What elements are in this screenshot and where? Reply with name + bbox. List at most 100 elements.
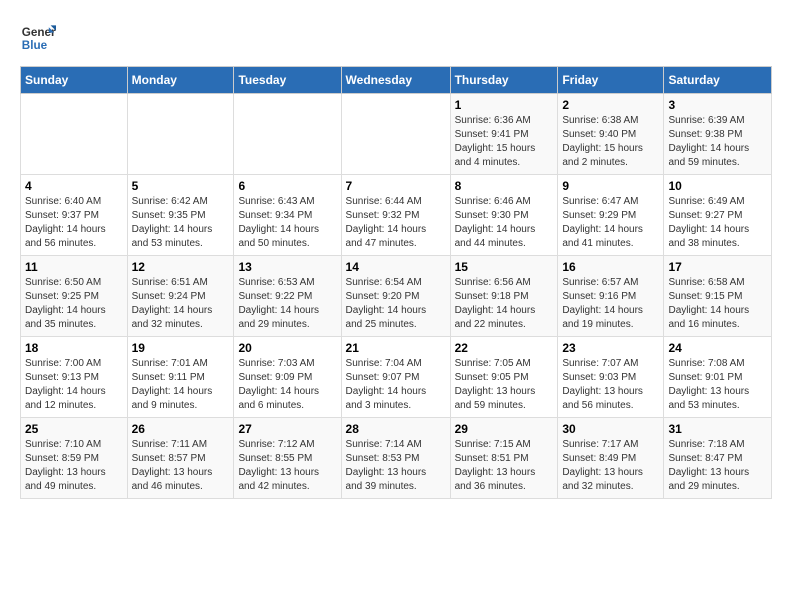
week-row-2: 4 Sunrise: 6:40 AM Sunset: 9:37 PM Daylig…	[21, 175, 772, 256]
day-number: 25	[25, 422, 123, 436]
calendar-cell: 18 Sunrise: 7:00 AM Sunset: 9:13 PM Dayli…	[21, 337, 128, 418]
day-number: 26	[132, 422, 230, 436]
calendar-cell	[127, 94, 234, 175]
calendar-cell: 29Sunrise: 7:15 AM Sunset: 8:51 PM Dayli…	[450, 418, 558, 499]
calendar-cell: 2 Sunrise: 6:38 AM Sunset: 9:40 PM Daylig…	[558, 94, 664, 175]
day-info: Sunrise: 6:38 AM Sunset: 9:40 PM Dayligh…	[562, 114, 659, 170]
calendar-cell: 24 Sunrise: 7:08 AM Sunset: 9:01 PM Dayli…	[664, 337, 772, 418]
day-info: Sunrise: 6:36 AM Sunset: 9:41 PM Dayligh…	[455, 114, 554, 170]
page-header: General Blue	[20, 20, 772, 56]
day-number: 14	[346, 260, 446, 274]
calendar-cell: 21Sunrise: 7:04 AM Sunset: 9:07 PM Dayli…	[341, 337, 450, 418]
calendar-cell: 31Sunrise: 7:18 AM Sunset: 8:47 PM Dayli…	[664, 418, 772, 499]
day-number: 3	[668, 98, 767, 112]
day-info: Sunrise: 7:00 AM Sunset: 9:13 PM Dayligh…	[25, 357, 123, 413]
calendar-cell	[21, 94, 128, 175]
day-info: Sunrise: 6:56 AM Sunset: 9:18 PM Dayligh…	[455, 276, 554, 332]
calendar-cell: 25 Sunrise: 7:10 AM Sunset: 8:59 PM Dayli…	[21, 418, 128, 499]
day-header-tuesday: Tuesday	[234, 67, 341, 94]
day-info: Sunrise: 6:51 AM Sunset: 9:24 PM Dayligh…	[132, 276, 230, 332]
calendar-cell: 5Sunrise: 6:42 AM Sunset: 9:35 PM Daylig…	[127, 175, 234, 256]
day-number: 20	[238, 341, 336, 355]
calendar-cell: 10 Sunrise: 6:49 AM Sunset: 9:27 PM Dayli…	[664, 175, 772, 256]
day-number: 2	[562, 98, 659, 112]
day-number: 16	[562, 260, 659, 274]
day-info: Sunrise: 6:40 AM Sunset: 9:37 PM Dayligh…	[25, 195, 123, 251]
day-info: Sunrise: 7:12 AM Sunset: 8:55 PM Dayligh…	[238, 438, 336, 494]
day-number: 4	[25, 179, 123, 193]
day-info: Sunrise: 7:15 AM Sunset: 8:51 PM Dayligh…	[455, 438, 554, 494]
day-info: Sunrise: 6:44 AM Sunset: 9:32 PM Dayligh…	[346, 195, 446, 251]
day-info: Sunrise: 6:43 AM Sunset: 9:34 PM Dayligh…	[238, 195, 336, 251]
day-info: Sunrise: 6:53 AM Sunset: 9:22 PM Dayligh…	[238, 276, 336, 332]
day-number: 15	[455, 260, 554, 274]
day-info: Sunrise: 7:14 AM Sunset: 8:53 PM Dayligh…	[346, 438, 446, 494]
day-number: 7	[346, 179, 446, 193]
day-number: 18	[25, 341, 123, 355]
calendar-cell: 3 Sunrise: 6:39 AM Sunset: 9:38 PM Daylig…	[664, 94, 772, 175]
week-row-5: 25 Sunrise: 7:10 AM Sunset: 8:59 PM Dayli…	[21, 418, 772, 499]
day-number: 30	[562, 422, 659, 436]
day-number: 17	[668, 260, 767, 274]
calendar-cell: 23 Sunrise: 7:07 AM Sunset: 9:03 PM Dayli…	[558, 337, 664, 418]
day-number: 24	[668, 341, 767, 355]
day-info: Sunrise: 7:11 AM Sunset: 8:57 PM Dayligh…	[132, 438, 230, 494]
day-number: 12	[132, 260, 230, 274]
day-header-saturday: Saturday	[664, 67, 772, 94]
calendar-cell: 28 Sunrise: 7:14 AM Sunset: 8:53 PM Dayli…	[341, 418, 450, 499]
day-info: Sunrise: 7:17 AM Sunset: 8:49 PM Dayligh…	[562, 438, 659, 494]
day-info: Sunrise: 6:50 AM Sunset: 9:25 PM Dayligh…	[25, 276, 123, 332]
svg-text:Blue: Blue	[22, 39, 48, 52]
calendar-cell: 12 Sunrise: 6:51 AM Sunset: 9:24 PM Dayli…	[127, 256, 234, 337]
day-number: 5	[132, 179, 230, 193]
day-number: 8	[455, 179, 554, 193]
day-info: Sunrise: 7:08 AM Sunset: 9:01 PM Dayligh…	[668, 357, 767, 413]
calendar-cell	[234, 94, 341, 175]
week-row-3: 11 Sunrise: 6:50 AM Sunset: 9:25 PM Dayli…	[21, 256, 772, 337]
day-number: 28	[346, 422, 446, 436]
calendar-cell: 22Sunrise: 7:05 AM Sunset: 9:05 PM Dayli…	[450, 337, 558, 418]
day-info: Sunrise: 6:54 AM Sunset: 9:20 PM Dayligh…	[346, 276, 446, 332]
day-info: Sunrise: 6:47 AM Sunset: 9:29 PM Dayligh…	[562, 195, 659, 251]
calendar-cell: 15 Sunrise: 6:56 AM Sunset: 9:18 PM Dayli…	[450, 256, 558, 337]
day-info: Sunrise: 6:49 AM Sunset: 9:27 PM Dayligh…	[668, 195, 767, 251]
day-number: 27	[238, 422, 336, 436]
calendar-cell: 14 Sunrise: 6:54 AM Sunset: 9:20 PM Dayli…	[341, 256, 450, 337]
calendar-cell: 11 Sunrise: 6:50 AM Sunset: 9:25 PM Dayli…	[21, 256, 128, 337]
calendar-cell: 4 Sunrise: 6:40 AM Sunset: 9:37 PM Daylig…	[21, 175, 128, 256]
day-number: 23	[562, 341, 659, 355]
day-header-monday: Monday	[127, 67, 234, 94]
calendar-table: SundayMondayTuesdayWednesdayThursdayFrid…	[20, 66, 772, 499]
day-info: Sunrise: 6:58 AM Sunset: 9:15 PM Dayligh…	[668, 276, 767, 332]
day-header-thursday: Thursday	[450, 67, 558, 94]
calendar-cell: 26 Sunrise: 7:11 AM Sunset: 8:57 PM Dayli…	[127, 418, 234, 499]
day-info: Sunrise: 6:46 AM Sunset: 9:30 PM Dayligh…	[455, 195, 554, 251]
day-number: 10	[668, 179, 767, 193]
calendar-cell: 9Sunrise: 6:47 AM Sunset: 9:29 PM Daylig…	[558, 175, 664, 256]
day-header-sunday: Sunday	[21, 67, 128, 94]
calendar-cell: 1 Sunrise: 6:36 AM Sunset: 9:41 PM Daylig…	[450, 94, 558, 175]
day-number: 21	[346, 341, 446, 355]
calendar-cell: 6 Sunrise: 6:43 AM Sunset: 9:34 PM Daylig…	[234, 175, 341, 256]
day-number: 6	[238, 179, 336, 193]
day-header-wednesday: Wednesday	[341, 67, 450, 94]
day-info: Sunrise: 6:57 AM Sunset: 9:16 PM Dayligh…	[562, 276, 659, 332]
day-info: Sunrise: 7:07 AM Sunset: 9:03 PM Dayligh…	[562, 357, 659, 413]
day-number: 11	[25, 260, 123, 274]
calendar-cell: 19 Sunrise: 7:01 AM Sunset: 9:11 PM Dayli…	[127, 337, 234, 418]
day-number: 19	[132, 341, 230, 355]
day-info: Sunrise: 7:01 AM Sunset: 9:11 PM Dayligh…	[132, 357, 230, 413]
day-number: 1	[455, 98, 554, 112]
day-number: 22	[455, 341, 554, 355]
calendar-cell: 27 Sunrise: 7:12 AM Sunset: 8:55 PM Dayli…	[234, 418, 341, 499]
day-info: Sunrise: 7:10 AM Sunset: 8:59 PM Dayligh…	[25, 438, 123, 494]
calendar-cell: 13 Sunrise: 6:53 AM Sunset: 9:22 PM Dayli…	[234, 256, 341, 337]
week-row-1: 1 Sunrise: 6:36 AM Sunset: 9:41 PM Daylig…	[21, 94, 772, 175]
logo-icon: General Blue	[20, 20, 56, 56]
day-info: Sunrise: 6:39 AM Sunset: 9:38 PM Dayligh…	[668, 114, 767, 170]
day-number: 13	[238, 260, 336, 274]
week-row-4: 18 Sunrise: 7:00 AM Sunset: 9:13 PM Dayli…	[21, 337, 772, 418]
calendar-cell: 20Sunrise: 7:03 AM Sunset: 9:09 PM Dayli…	[234, 337, 341, 418]
day-number: 31	[668, 422, 767, 436]
logo: General Blue	[20, 20, 56, 56]
